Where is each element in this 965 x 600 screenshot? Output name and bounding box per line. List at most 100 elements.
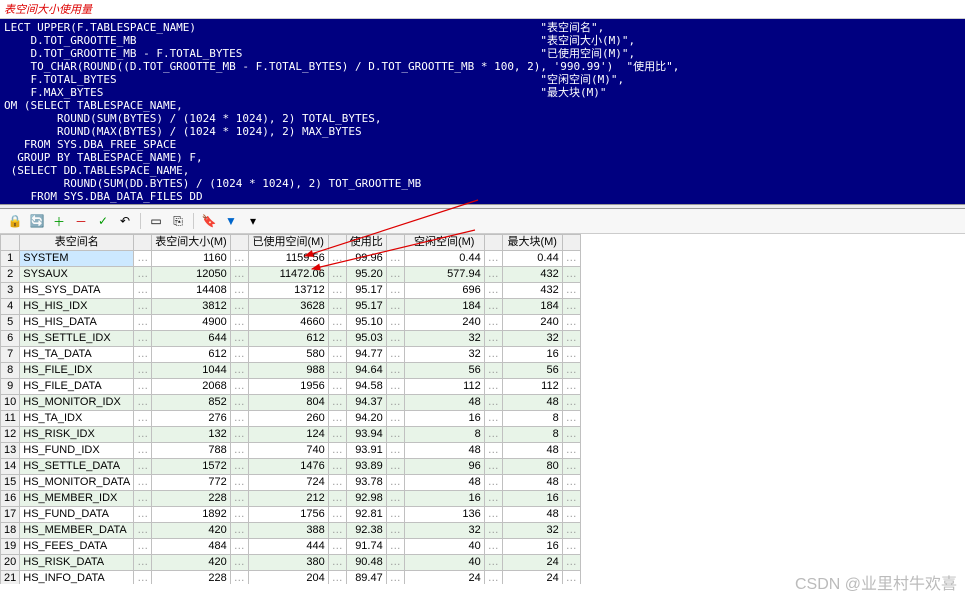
cell[interactable]: HS_HIS_IDX <box>20 299 134 315</box>
cell[interactable]: … <box>134 363 152 379</box>
cell[interactable]: … <box>562 251 580 267</box>
table-row[interactable]: 13HS_FUND_IDX…788…740…93.91…48…48… <box>1 443 581 459</box>
cell[interactable]: 3 <box>1 283 20 299</box>
cell[interactable]: 40 <box>404 555 484 571</box>
column-header[interactable] <box>386 235 404 251</box>
cell[interactable]: HS_RISK_IDX <box>20 427 134 443</box>
column-header[interactable] <box>134 235 152 251</box>
cell[interactable]: HS_FUND_DATA <box>20 507 134 523</box>
cell[interactable]: … <box>134 331 152 347</box>
cell[interactable]: … <box>562 443 580 459</box>
table-row[interactable]: 8HS_FILE_IDX…1044…988…94.64…56…56… <box>1 363 581 379</box>
cell[interactable]: 32 <box>404 347 484 363</box>
cell[interactable]: … <box>484 427 502 443</box>
cell[interactable]: … <box>134 507 152 523</box>
cell[interactable]: 12 <box>1 427 20 443</box>
result-grid[interactable]: 表空间名表空间大小(M)已使用空间(M)使用比空闲空间(M)最大块(M)1SYS… <box>0 234 581 584</box>
cell[interactable]: 212 <box>248 491 328 507</box>
cell[interactable]: … <box>386 363 404 379</box>
cell[interactable]: 1476 <box>248 459 328 475</box>
cell[interactable]: … <box>562 363 580 379</box>
cell[interactable]: 112 <box>502 379 562 395</box>
cell[interactable]: … <box>562 523 580 539</box>
column-header[interactable]: 空闲空间(M) <box>404 235 484 251</box>
cell[interactable]: 580 <box>248 347 328 363</box>
cell[interactable]: 94.20 <box>346 411 386 427</box>
cell[interactable]: 32 <box>502 331 562 347</box>
table-row[interactable]: 7HS_TA_DATA…612…580…94.77…32…16… <box>1 347 581 363</box>
cell[interactable]: 0.44 <box>404 251 484 267</box>
cell[interactable]: 91.74 <box>346 539 386 555</box>
cell[interactable]: … <box>230 571 248 585</box>
cell[interactable]: HS_SETTLE_IDX <box>20 331 134 347</box>
cell[interactable]: … <box>484 539 502 555</box>
table-row[interactable]: 12HS_RISK_IDX…132…124…93.94…8…8… <box>1 427 581 443</box>
cell[interactable]: 95.03 <box>346 331 386 347</box>
rollback-icon[interactable]: ↶ <box>116 212 134 230</box>
table-row[interactable]: 17HS_FUND_DATA…1892…1756…92.81…136…48… <box>1 507 581 523</box>
cell[interactable]: … <box>562 427 580 443</box>
cell[interactable]: 380 <box>248 555 328 571</box>
cell[interactable]: 1160 <box>152 251 231 267</box>
cell[interactable]: … <box>134 411 152 427</box>
cell[interactable]: … <box>562 315 580 331</box>
cell[interactable]: … <box>328 267 346 283</box>
cell[interactable]: 432 <box>502 283 562 299</box>
cell[interactable]: … <box>386 347 404 363</box>
cell[interactable]: 12050 <box>152 267 231 283</box>
cell[interactable]: … <box>230 347 248 363</box>
cell[interactable]: HS_MONITOR_IDX <box>20 395 134 411</box>
cell[interactable]: … <box>134 427 152 443</box>
cell[interactable]: 788 <box>152 443 231 459</box>
cell[interactable]: 204 <box>248 571 328 585</box>
cell[interactable]: HS_FUND_IDX <box>20 443 134 459</box>
cell[interactable]: … <box>562 555 580 571</box>
cell[interactable]: … <box>230 491 248 507</box>
cell[interactable]: 94.58 <box>346 379 386 395</box>
cell[interactable]: … <box>562 267 580 283</box>
bookmark-icon[interactable]: 🔖 <box>200 212 218 230</box>
cell[interactable]: 18 <box>1 523 20 539</box>
export-icon[interactable]: ⎘ <box>169 212 187 230</box>
table-row[interactable]: 5HS_HIS_DATA…4900…4660…95.10…240…240… <box>1 315 581 331</box>
table-row[interactable]: 20HS_RISK_DATA…420…380…90.48…40…24… <box>1 555 581 571</box>
cell[interactable]: HS_MONITOR_DATA <box>20 475 134 491</box>
cell[interactable]: 8 <box>1 363 20 379</box>
cell[interactable]: HS_FEES_DATA <box>20 539 134 555</box>
commit-icon[interactable]: ✓ <box>94 212 112 230</box>
cell[interactable]: HS_FILE_IDX <box>20 363 134 379</box>
cell[interactable]: 56 <box>502 363 562 379</box>
cell[interactable]: … <box>484 491 502 507</box>
cell[interactable]: 99.96 <box>346 251 386 267</box>
cell[interactable]: … <box>134 555 152 571</box>
column-header[interactable]: 表空间大小(M) <box>152 235 231 251</box>
cell[interactable]: 1892 <box>152 507 231 523</box>
cell[interactable]: 804 <box>248 395 328 411</box>
cell[interactable]: … <box>484 331 502 347</box>
cell[interactable]: 228 <box>152 491 231 507</box>
cell[interactable]: 93.91 <box>346 443 386 459</box>
cell[interactable]: … <box>328 251 346 267</box>
cell[interactable]: … <box>328 331 346 347</box>
cell[interactable]: … <box>328 507 346 523</box>
cell[interactable]: 16 <box>502 539 562 555</box>
cell[interactable]: … <box>328 315 346 331</box>
cell[interactable]: 94.77 <box>346 347 386 363</box>
cell[interactable]: … <box>484 523 502 539</box>
column-header[interactable] <box>1 235 20 251</box>
cell[interactable]: 56 <box>404 363 484 379</box>
cell[interactable]: … <box>134 523 152 539</box>
cell[interactable]: 16 <box>404 411 484 427</box>
cell[interactable]: 577.94 <box>404 267 484 283</box>
cell[interactable]: … <box>328 555 346 571</box>
cell[interactable]: 6 <box>1 331 20 347</box>
cell[interactable]: HS_FILE_DATA <box>20 379 134 395</box>
cell[interactable]: 11 <box>1 411 20 427</box>
lock-icon[interactable]: 🔒 <box>6 212 24 230</box>
cell[interactable]: 388 <box>248 523 328 539</box>
cell[interactable]: 724 <box>248 475 328 491</box>
cell[interactable]: … <box>134 267 152 283</box>
cell[interactable]: 48 <box>404 395 484 411</box>
cell[interactable]: … <box>386 523 404 539</box>
cell[interactable]: … <box>230 283 248 299</box>
